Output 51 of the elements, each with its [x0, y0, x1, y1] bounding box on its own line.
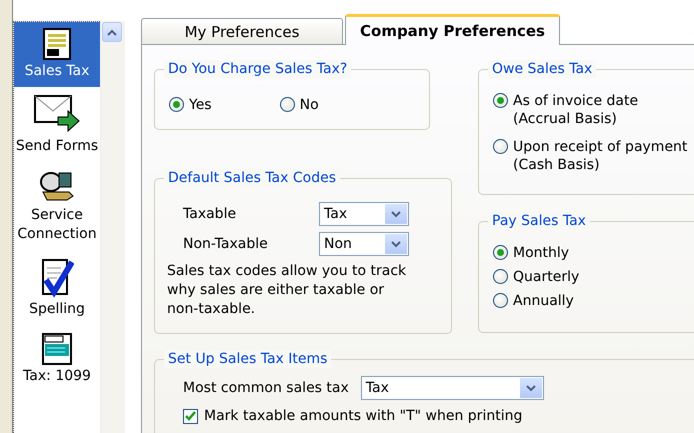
envelope-arrow-icon: [34, 95, 80, 135]
group-title: Set Up Sales Tax Items: [164, 350, 332, 368]
radio-label: Quarterly: [513, 268, 580, 286]
sidebar-item[interactable]: Sales Tax: [14, 22, 100, 87]
radio-button[interactable]: [280, 97, 295, 112]
sidebar-item-label: Service Connection: [16, 206, 98, 244]
radio-label: Upon receipt of payment: [513, 138, 688, 156]
radio-button[interactable]: [493, 93, 508, 108]
chevron-down-icon: [526, 384, 536, 392]
tab[interactable]: Company Preferences: [345, 14, 560, 45]
chevron-down-icon: [391, 240, 401, 248]
group-title: Default Sales Tax Codes: [164, 169, 340, 187]
field-label: Non-Taxable: [183, 236, 269, 252]
radio-label: Annually: [513, 292, 574, 310]
sidebar-item-label: Tax: 1099: [23, 367, 91, 386]
checkmark-document-icon: [40, 258, 74, 298]
chevron-up-icon: [107, 28, 117, 36]
sidebar-item[interactable]: Send Forms: [14, 89, 100, 162]
radio-button[interactable]: [493, 269, 508, 284]
radio-label: Yes: [189, 96, 212, 114]
radio-sublabel: (Cash Basis): [513, 156, 601, 174]
group-title: Pay Sales Tax: [488, 212, 590, 230]
radio-label: Monthly: [513, 244, 570, 262]
dropdown-field[interactable]: Non: [319, 232, 409, 256]
sidebar-item-label: Spelling: [29, 300, 85, 319]
sidebar-item[interactable]: Service Connection: [14, 164, 100, 250]
sidebar-item-label: Sales Tax: [24, 62, 90, 81]
form-1099-icon: [41, 333, 73, 365]
radio-button[interactable]: [493, 245, 508, 260]
checkbox[interactable]: [183, 408, 198, 424]
group-title: Do You Charge Sales Tax?: [164, 60, 352, 78]
dropdown-field[interactable]: Tax: [319, 202, 409, 226]
radio-label: No: [300, 96, 319, 114]
help-text: Sales tax codes allow you to track why sales are either taxable or non-taxable.: [167, 262, 408, 319]
radio-label: As of invoice date: [513, 92, 638, 110]
radio-button[interactable]: [169, 97, 184, 112]
chevron-down-icon: [391, 210, 401, 218]
sidebar-item[interactable]: Tax: 1099: [14, 327, 100, 392]
sidebar-item-label: Send Forms: [16, 137, 98, 156]
tax-form-icon: [41, 28, 73, 60]
tab[interactable]: My Preferences: [141, 18, 343, 44]
dropdown-field[interactable]: Tax: [360, 376, 544, 400]
sidebar-item[interactable]: Spelling: [14, 252, 100, 325]
field-label: Most common sales tax: [183, 380, 349, 396]
radio-button[interactable]: [493, 293, 508, 308]
field-label: Taxable: [183, 206, 238, 222]
radio-button[interactable]: [493, 139, 508, 154]
scroll-up-button[interactable]: [102, 22, 122, 42]
checkbox-label: Mark taxable amounts with "T" when printing: [204, 408, 522, 424]
radio-sublabel: (Accrual Basis): [513, 110, 618, 128]
group-title: Owe Sales Tax: [488, 60, 596, 78]
